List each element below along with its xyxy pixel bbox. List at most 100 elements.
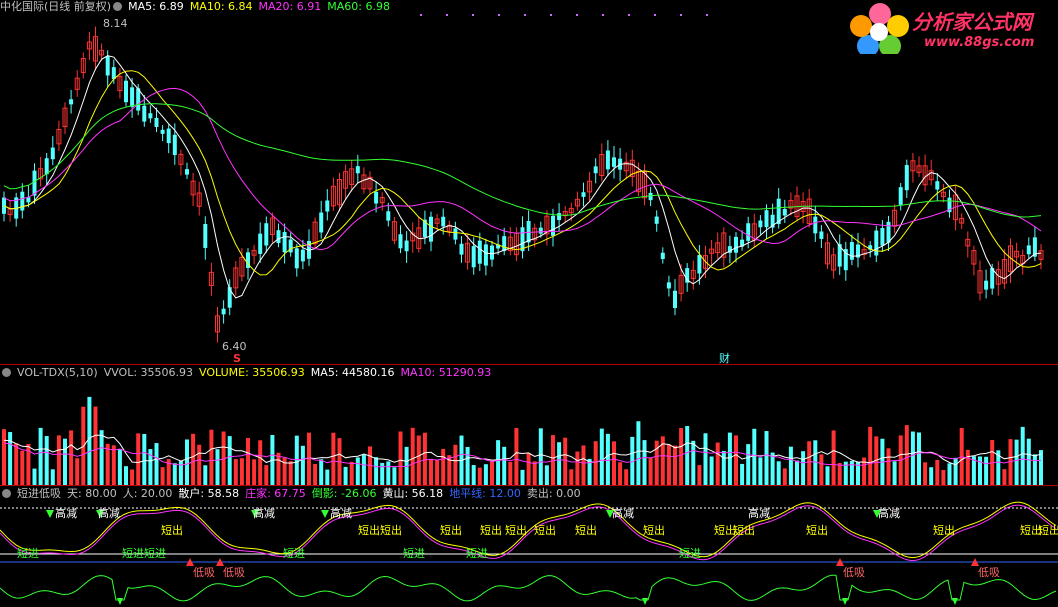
volume-bar [453,444,458,485]
volume-bar [782,468,787,485]
volume-chart[interactable] [0,380,1058,485]
candle-body [136,88,141,111]
volume-bar [697,465,702,485]
volume-bar [477,467,482,485]
candle-body [471,246,476,268]
signal-label-duanchu: 短出 [643,524,665,537]
volume-bar [20,450,25,485]
volume-bar [441,448,446,485]
volume-bar [624,469,629,485]
buy-marker-icon [321,510,329,518]
settings-icon[interactable] [2,368,11,377]
volume-bar [197,444,202,485]
candle-body [551,215,555,236]
indicator-label: 卖出: 0.00 [526,487,581,500]
volume-bar [703,433,708,485]
volume-bar [764,431,769,485]
volume-bar [965,449,970,485]
volume-bar [416,435,421,485]
volume-bar [776,461,781,485]
volume-bar [978,456,982,485]
candle-body [880,228,885,246]
volume-bar [679,427,684,485]
signal-label-duanjin: 短进 [17,547,39,560]
candle-body [124,80,128,103]
signal-label-duanchu: 短出 [440,524,462,537]
candle-body [374,191,379,204]
volume-bar [508,461,513,485]
volume-bar [947,463,952,485]
volume-bar [465,446,470,485]
volume-bar [1032,454,1037,485]
candle-body [459,243,464,255]
candle-body [32,170,37,196]
candle-body [886,221,891,243]
candle-body [160,129,165,134]
candle-body [44,158,49,175]
volume-bar [636,421,641,485]
signal-label-duanchu: 短出 [358,524,380,537]
indicator-label: VOLUME: 35506.93 [199,366,305,379]
volume-bar [38,427,43,485]
price-chart[interactable] [0,0,1058,366]
candle-body [325,200,330,212]
volume-bar [544,465,549,485]
indicator-label: 散户: 58.58 [178,487,240,500]
volume-bar [727,432,732,485]
volume-bar [746,444,751,485]
candle-body [221,308,226,315]
candle-body [300,249,305,262]
volume-bar [435,459,440,485]
indicator-dot [550,14,552,16]
panel-divider-2 [0,485,1058,486]
volume-bar [801,451,806,485]
signal-label-dixi: 低吸 [223,566,245,579]
volume-bar [917,432,921,485]
volume-bar [734,435,738,485]
volume-bar [252,459,257,485]
volume-bar [14,443,19,485]
volume-indicators: VOL-TDX(5,10) VVOL: 35506.93 VOLUME: 35506… [17,366,497,379]
volume-bar [502,446,507,485]
signal-label-gaojian: 高减 [330,507,352,520]
candle-body [666,282,671,289]
logo-title: 分析家公式网 [912,10,1032,34]
candle-body [538,227,543,234]
signal-panel-header: 短进低吸 天: 80.00 人: 20.00 散户: 58.58 庄家: 67.75 倒影… [0,487,593,500]
candle-body [782,208,787,216]
candle-body [612,157,616,167]
volume-bar [837,462,842,485]
indicator-dot [654,14,656,16]
volume-bar [300,445,305,485]
volume-bar [294,435,299,485]
signal-label-duanchu: 短出 [161,524,183,537]
signal-label-dixi: 低吸 [978,566,1000,579]
volume-bar [130,469,135,485]
volume-bar [984,456,989,485]
candle-body [904,165,909,191]
volume-bar [929,467,934,485]
volume-bar [276,452,281,485]
volume-bar [56,435,61,485]
volume-bar [154,443,159,485]
signal-label-gaojian: 高减 [878,507,900,520]
volume-bar [490,460,494,485]
volume-bar [935,459,940,485]
volume-bar [770,452,775,485]
ma5-line [3,55,1042,299]
indicator-dot [420,14,422,16]
candle-body [355,166,360,174]
site-logo: 分析家公式网 www.88gs.com [850,2,1050,54]
down-arrow-icon [642,598,648,605]
signal-label-duanchu: 短出 [933,524,955,537]
settings-icon[interactable] [2,489,11,498]
volume-bar [569,469,574,485]
volume-bar [142,433,147,485]
indicator-label: VOL-TDX(5,10) [17,366,98,379]
volume-bar [526,453,531,485]
volume-bar [44,436,49,485]
volume-bar [1014,439,1019,485]
logo-url: www.88gs.com [924,35,1035,50]
volume-bar [1020,426,1025,485]
volume-bar [239,458,244,485]
